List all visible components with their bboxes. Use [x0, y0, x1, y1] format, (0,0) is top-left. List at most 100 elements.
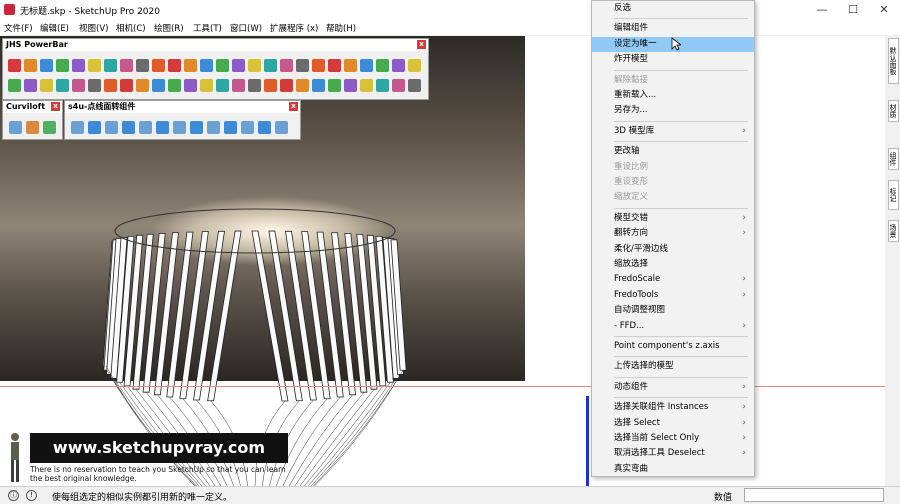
s4u-tool-icon[interactable]	[190, 121, 203, 134]
s4u-close-button[interactable]: x	[289, 102, 298, 111]
context-menu-item[interactable]: 自动调整视图	[592, 303, 754, 318]
powerbar-tool-icon[interactable]	[104, 59, 117, 72]
powerbar-tool-icon[interactable]	[360, 79, 373, 92]
context-menu-item[interactable]: FredoScale ›	[592, 272, 754, 287]
powerbar-tool-icon[interactable]	[360, 59, 373, 72]
powerbar-tool-icon[interactable]	[344, 59, 357, 72]
powerbar-tool-icon[interactable]	[216, 79, 229, 92]
s4u-tool-icon[interactable]	[241, 121, 254, 134]
powerbar-tool-icon[interactable]	[296, 59, 309, 72]
menu-extensions[interactable]: 扩展程序 (x)	[270, 22, 318, 34]
menu-help[interactable]: 帮助(H)	[326, 22, 356, 34]
s4u-tool-icon[interactable]	[105, 121, 118, 134]
powerbar-tool-icon[interactable]	[168, 59, 181, 72]
powerbar-tool-icon[interactable]	[56, 59, 69, 72]
powerbar-tool-icon[interactable]	[328, 59, 341, 72]
context-menu-item[interactable]: 3D 模型库 ›	[592, 124, 754, 139]
s4u-tool-icon[interactable]	[258, 121, 271, 134]
powerbar-tool-icon[interactable]	[392, 59, 405, 72]
menu-camera[interactable]: 相机(C)	[116, 22, 146, 34]
powerbar-tool-icon[interactable]	[296, 79, 309, 92]
powerbar-tool-icon[interactable]	[376, 59, 389, 72]
curviloft-loft-along-path-icon[interactable]	[43, 121, 56, 134]
curviloft-close-button[interactable]: x	[51, 102, 60, 111]
context-menu-item[interactable]: 真实弯曲	[592, 462, 754, 477]
powerbar-tool-icon[interactable]	[152, 79, 165, 92]
powerbar-tool-icon[interactable]	[392, 79, 405, 92]
powerbar-tool-icon[interactable]	[104, 79, 117, 92]
powerbar-tool-icon[interactable]	[152, 59, 165, 72]
powerbar-tool-icon[interactable]	[120, 59, 133, 72]
powerbar-tool-icon[interactable]	[168, 79, 181, 92]
powerbar-tool-icon[interactable]	[200, 79, 213, 92]
powerbar-tool-icon[interactable]	[232, 59, 245, 72]
context-menu-item[interactable]: 重新载入...	[592, 88, 754, 103]
context-menu-item[interactable]: 上传选择的模型	[592, 359, 754, 374]
powerbar-tool-icon[interactable]	[376, 79, 389, 92]
context-menu-item[interactable]: 反选	[592, 1, 754, 16]
powerbar-tool-icon[interactable]	[136, 59, 149, 72]
side-tab-tags[interactable]: 标记	[888, 180, 899, 210]
context-menu-item[interactable]: 柔化/平滑边线	[592, 242, 754, 257]
minimize-button[interactable]: —	[807, 0, 837, 20]
context-menu-item[interactable]: Point component's z.axis	[592, 339, 754, 354]
powerbar-tool-icon[interactable]	[8, 79, 21, 92]
s4u-tool-icon[interactable]	[207, 121, 220, 134]
measurements-input[interactable]	[744, 488, 884, 502]
powerbar-tool-icon[interactable]	[248, 79, 261, 92]
context-menu-item[interactable]: 模型交错 ›	[592, 211, 754, 226]
info-icon[interactable]: ⓘ	[8, 490, 19, 501]
powerbar-tool-icon[interactable]	[408, 79, 421, 92]
context-menu-item[interactable]: FredoTools ›	[592, 288, 754, 303]
powerbar-tool-icon[interactable]	[216, 59, 229, 72]
powerbar-tool-icon[interactable]	[8, 59, 21, 72]
powerbar-tool-icon[interactable]	[40, 59, 53, 72]
powerbar-tool-icon[interactable]	[24, 59, 37, 72]
context-menu-item[interactable]: 编辑组件	[592, 21, 754, 36]
menu-view[interactable]: 视图(V)	[79, 22, 108, 34]
powerbar-tool-icon[interactable]	[344, 79, 357, 92]
powerbar-tool-icon[interactable]	[184, 59, 197, 72]
side-tab-components[interactable]: 组件	[888, 148, 899, 170]
s4u-tool-icon[interactable]	[88, 121, 101, 134]
s4u-tool-icon[interactable]	[139, 121, 152, 134]
curviloft-skin-icon[interactable]	[26, 121, 39, 134]
powerbar-tool-icon[interactable]	[248, 59, 261, 72]
powerbar-tool-icon[interactable]	[88, 79, 101, 92]
menu-tools[interactable]: 工具(T)	[193, 22, 222, 34]
side-tab-scenes[interactable]: 场景	[888, 220, 899, 242]
powerbar-tool-icon[interactable]	[264, 59, 277, 72]
powerbar-tool-icon[interactable]	[88, 59, 101, 72]
menu-edit[interactable]: 编辑(E)	[40, 22, 69, 34]
context-menu-item[interactable]: 选择关联组件 Instances ›	[592, 400, 754, 415]
context-menu-item[interactable]: 更改轴	[592, 144, 754, 159]
side-tab-materials[interactable]: 材质	[888, 100, 899, 122]
powerbar-tool-icon[interactable]	[280, 59, 293, 72]
powerbar-tool-icon[interactable]	[328, 79, 341, 92]
powerbar-close-button[interactable]: x	[417, 40, 426, 49]
menu-window[interactable]: 窗口(W)	[230, 22, 262, 34]
context-menu-item[interactable]: 动态组件 ›	[592, 380, 754, 395]
context-menu-item[interactable]: 选择 Select ›	[592, 416, 754, 431]
s4u-tool-icon[interactable]	[224, 121, 237, 134]
s4u-tool-icon[interactable]	[122, 121, 135, 134]
powerbar-tool-icon[interactable]	[136, 79, 149, 92]
maximize-button[interactable]: ☐	[838, 0, 868, 20]
powerbar-tool-icon[interactable]	[24, 79, 37, 92]
context-menu-item[interactable]: 选择当前 Select Only ›	[592, 431, 754, 446]
powerbar-tool-icon[interactable]	[72, 79, 85, 92]
s4u-tool-icon[interactable]	[173, 121, 186, 134]
powerbar-tool-icon[interactable]	[120, 79, 133, 92]
s4u-tool-icon[interactable]	[275, 121, 288, 134]
context-menu-item[interactable]: 炸开模型	[592, 52, 754, 67]
powerbar-tool-icon[interactable]	[184, 79, 197, 92]
context-menu-item[interactable]: 翻转方向 ›	[592, 226, 754, 241]
context-menu-item[interactable]: 取消选择工具 Deselect ›	[592, 446, 754, 461]
context-menu-item[interactable]: 另存为...	[592, 103, 754, 118]
side-tab-default-tray[interactable]: 默认面板	[888, 38, 899, 84]
context-menu-item[interactable]: 缩放选择	[592, 257, 754, 272]
powerbar-tool-icon[interactable]	[312, 59, 325, 72]
menu-draw[interactable]: 绘图(R)	[154, 22, 184, 34]
powerbar-tool-icon[interactable]	[56, 79, 69, 92]
close-button[interactable]: ✕	[869, 0, 899, 20]
